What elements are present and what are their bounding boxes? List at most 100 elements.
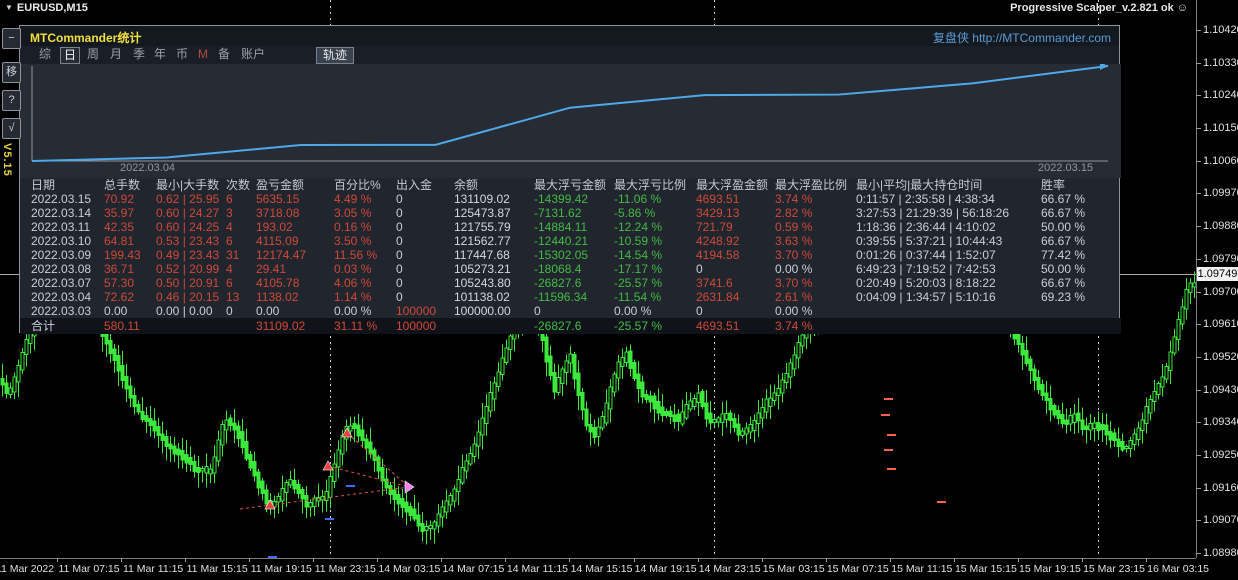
price-tick-label: 1.10330 — [1203, 57, 1238, 69]
cell: 1.14 % — [334, 290, 392, 304]
panel-titlebar[interactable]: MTCommander统计 复盘侠 http://MTCommander.com — [20, 26, 1119, 46]
price-tick — [1196, 422, 1201, 423]
table-row: 2022.03.0836.710.52 | 20.99429.410.03 %0… — [20, 262, 1121, 276]
time-tick-label: 15 Mar 15:15 — [955, 563, 1017, 575]
cell: 0.52 | 20.99 — [156, 262, 222, 276]
cell: 0.03 % — [334, 262, 392, 276]
price-tick — [1196, 128, 1201, 129]
table-total-row: 合计580.1131109.0231.11 %100000-26827.6-25… — [20, 318, 1121, 334]
cell: 100000 — [396, 318, 450, 334]
track-button[interactable]: 轨迹 — [316, 47, 354, 64]
cell: 193.02 — [256, 220, 330, 234]
cell: 199.43 — [104, 248, 152, 262]
tab-周[interactable]: 周 — [84, 47, 102, 62]
panel-site-link[interactable]: 复盘侠 http://MTCommander.com — [933, 29, 1111, 46]
tab-月[interactable]: 月 — [107, 47, 125, 62]
tab-季[interactable]: 季 — [130, 47, 148, 62]
table-row: 2022.03.1142.350.60 | 24.254193.020.16 %… — [20, 220, 1121, 234]
price-tick — [1196, 226, 1201, 227]
time-tick-label: 14 Mar 15:15 — [571, 563, 633, 575]
price-tick — [1196, 292, 1201, 293]
cell: 0 — [534, 304, 610, 318]
cell: 70.92 — [104, 192, 152, 206]
cell: 0:20:49 | 5:20:03 | 8:18:22 — [856, 276, 1038, 290]
price-tick-label: 1.10420 — [1203, 24, 1238, 36]
mt4-chart-window: ▼EURUSD,M15 Progressive Scalper_v.2.821 … — [0, 0, 1238, 580]
cell: 66.67 % — [1041, 234, 1101, 248]
cell: 6:49:23 | 7:19:52 | 7:42:53 — [856, 262, 1038, 276]
equity-curve — [20, 64, 1121, 162]
col-header: 余额 — [454, 178, 530, 192]
cell: 66.67 % — [1041, 192, 1101, 206]
cell: 3.70 % — [775, 276, 851, 290]
cell: 0.00 % — [614, 304, 692, 318]
tab-年[interactable]: 年 — [151, 47, 169, 62]
help-button[interactable]: ? — [2, 90, 21, 111]
time-tick — [954, 558, 955, 562]
cell: -26827.6 — [534, 318, 610, 334]
cell: 2022.03.08 — [31, 262, 101, 276]
cell: 3.74 % — [775, 192, 851, 206]
price-tick-label: 1.09610 — [1203, 318, 1238, 330]
tab-综[interactable]: 综 — [36, 47, 54, 62]
tab-备[interactable]: 备 — [215, 47, 233, 62]
price-tick-label: 1.09520 — [1203, 351, 1238, 363]
cell: 0.00 | 0.00 — [156, 304, 222, 318]
col-header: 最小|大手数 — [156, 178, 222, 192]
cell: 100000.00 — [454, 304, 530, 318]
cell: 66.67 % — [1041, 276, 1101, 290]
cell: 1:18:36 | 2:36:44 | 4:10:02 — [856, 220, 1038, 234]
cell: -17.17 % — [614, 262, 692, 276]
price-tick-label: 1.09430 — [1203, 384, 1238, 396]
col-header: 出入金 — [396, 178, 450, 192]
cell: 3.05 % — [334, 206, 392, 220]
check-button[interactable]: √ — [2, 118, 21, 139]
cell: 117447.68 — [454, 248, 530, 262]
time-tick-label: 15 Mar 19:15 — [1019, 563, 1081, 575]
time-tick-label: 15 Mar 23:15 — [1083, 563, 1145, 575]
time-tick-label: 11 Mar 19:15 — [251, 563, 312, 575]
time-tick — [762, 558, 763, 562]
cell: -18068.4 — [534, 262, 610, 276]
cell: -11596.34 — [534, 290, 610, 304]
stats-panel: MTCommander统计 复盘侠 http://MTCommander.com… — [19, 25, 1120, 333]
time-tick-label: 15 Mar 07:15 — [827, 563, 889, 575]
tab-日[interactable]: 日 — [60, 47, 80, 64]
table-row: 2022.03.1435.970.60 | 24.2733718.083.05 … — [20, 206, 1121, 220]
cell: 105273.21 — [454, 262, 530, 276]
minimize-button[interactable]: − — [2, 28, 21, 49]
time-tick-label: 14 Mar 11:15 — [507, 563, 568, 575]
cell: -15302.05 — [534, 248, 610, 262]
cell: 4105.78 — [256, 276, 330, 290]
tab-账户[interactable]: 账户 — [238, 47, 268, 62]
time-tick-label: 11 Mar 07:15 — [59, 563, 120, 575]
cell: 0.16 % — [334, 220, 392, 234]
cell: 0.00 — [104, 304, 152, 318]
time-tick-label: 11 Mar 15:15 — [187, 563, 248, 575]
tab-M[interactable]: M — [195, 47, 211, 62]
price-tick — [1196, 161, 1201, 162]
cell: 6 — [226, 276, 252, 290]
cell: 2022.03.04 — [31, 290, 101, 304]
cell: 0:39:55 | 5:37:21 | 10:44:43 — [856, 234, 1038, 248]
cell: -25.57 % — [614, 318, 692, 334]
table-row: 2022.03.0757.300.50 | 20.9164105.784.06 … — [20, 276, 1121, 290]
time-axis-line — [0, 558, 1196, 559]
time-tick — [1018, 558, 1019, 562]
cell: 3.63 % — [775, 234, 851, 248]
price-tick — [1196, 520, 1201, 521]
cell: -12.24 % — [614, 220, 692, 234]
price-tick — [1196, 193, 1201, 194]
cell: 4.06 % — [334, 276, 392, 290]
price-tick-label: 1.09340 — [1203, 416, 1238, 428]
tab-币[interactable]: 币 — [173, 47, 191, 62]
time-tick — [441, 558, 442, 562]
col-header: 次数 — [226, 178, 252, 192]
trade-exit-arrow-icon — [405, 481, 414, 493]
cell: 0.50 | 20.91 — [156, 276, 222, 290]
cell: 3.50 % — [334, 234, 392, 248]
col-header: 最大浮盈金额 — [696, 178, 772, 192]
time-tick-label: 14 Mar 23:15 — [699, 563, 761, 575]
cell: 31 — [226, 248, 252, 262]
move-button[interactable]: 移 — [2, 62, 21, 83]
